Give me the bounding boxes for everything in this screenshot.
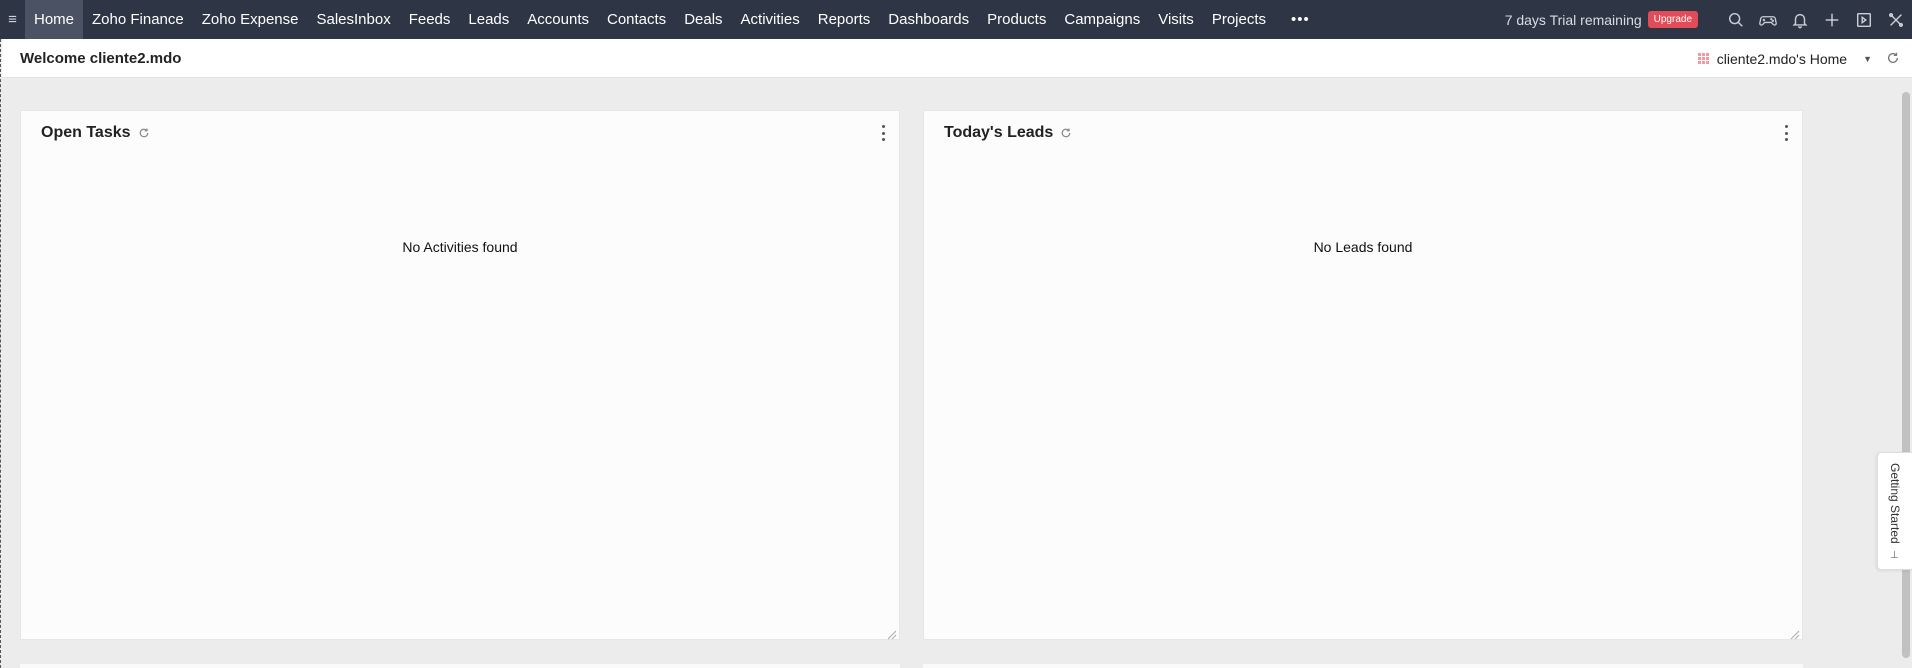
getting-started-label: Getting Started: [1888, 463, 1902, 544]
gamepad-icon[interactable]: [1752, 0, 1784, 39]
nav-tab-home[interactable]: Home: [25, 0, 84, 39]
nav-tab-reports[interactable]: Reports: [809, 0, 880, 39]
todays-leads-title-row: Today's Leads: [944, 124, 1072, 142]
nav-tab-dashboards[interactable]: Dashboards: [879, 0, 978, 39]
todays-leads-title: Today's Leads: [944, 124, 1054, 141]
grid-icon: [1697, 53, 1709, 64]
nav-tab-contacts[interactable]: Contacts: [598, 0, 675, 39]
open-tasks-title-row: Open Tasks: [41, 124, 150, 142]
pin-icon: ⊥: [1890, 550, 1899, 561]
plus-icon[interactable]: [1816, 0, 1848, 39]
nav-tab-salesinbox[interactable]: SalesInbox: [307, 0, 399, 39]
nav-tab-feeds[interactable]: Feeds: [400, 0, 460, 39]
page-title: Welcome cliente2.mdo: [20, 49, 182, 67]
refresh-icon[interactable]: [138, 127, 150, 139]
nav-tab-zoho-finance[interactable]: Zoho Finance: [83, 0, 193, 39]
nav-tab-visits[interactable]: Visits: [1149, 0, 1203, 39]
top-navigation-bar: ≡ Home Zoho Finance Zoho Expense SalesIn…: [0, 0, 1912, 39]
more-options-icon[interactable]: [1782, 125, 1790, 141]
open-tasks-title: Open Tasks: [41, 124, 131, 141]
resize-handle-icon[interactable]: [887, 627, 897, 640]
top-right-tools: 7 days Trial remaining Upgrade: [1505, 0, 1912, 39]
calendar-icon[interactable]: [1848, 0, 1880, 39]
resize-handle-icon[interactable]: [1790, 627, 1800, 640]
nav-tab-accounts[interactable]: Accounts: [518, 0, 598, 39]
next-panel-edge: [20, 664, 900, 668]
bell-icon[interactable]: [1784, 0, 1816, 39]
next-panel-edge: [923, 664, 1803, 668]
upgrade-button[interactable]: Upgrade: [1647, 11, 1698, 28]
open-tasks-panel: Open Tasks No Activities found: [20, 110, 900, 640]
nav-tab-leads[interactable]: Leads: [459, 0, 518, 39]
search-icon[interactable]: [1720, 0, 1752, 39]
nav-tab-zoho-expense[interactable]: Zoho Expense: [193, 0, 308, 39]
chevron-down-icon: ▼: [1863, 53, 1872, 64]
scrollbar-thumb[interactable]: [1902, 92, 1910, 658]
settings-icon[interactable]: [1880, 0, 1912, 39]
empty-state-message: No Activities found: [402, 239, 518, 255]
page-subheader: Welcome cliente2.mdo cliente2.mdo's Home…: [2, 39, 1912, 78]
hamburger-icon[interactable]: ≡: [0, 0, 25, 39]
nav-tabs: Home Zoho Finance Zoho Expense SalesInbo…: [25, 0, 1326, 39]
nav-tab-campaigns[interactable]: Campaigns: [1055, 0, 1149, 39]
trial-remaining-text: 7 days Trial remaining: [1504, 11, 1642, 28]
refresh-icon[interactable]: [1886, 51, 1900, 65]
todays-leads-panel: Today's Leads No Leads found: [923, 110, 1803, 640]
home-view-label: cliente2.mdo's Home: [1716, 50, 1848, 67]
nav-tab-projects[interactable]: Projects: [1203, 0, 1275, 39]
more-options-icon[interactable]: [879, 125, 887, 141]
nav-tab-products[interactable]: Products: [978, 0, 1055, 39]
getting-started-tab[interactable]: Getting Started ⊥: [1877, 452, 1912, 570]
refresh-icon[interactable]: [1060, 127, 1072, 139]
more-tabs-button[interactable]: •••: [1275, 0, 1326, 39]
left-edge-divider: [0, 39, 2, 668]
empty-state-message: No Leads found: [1313, 239, 1413, 255]
home-view-selector[interactable]: cliente2.mdo's Home ▼: [1697, 39, 1872, 78]
nav-tab-activities[interactable]: Activities: [732, 0, 809, 39]
nav-tab-deals[interactable]: Deals: [675, 0, 731, 39]
